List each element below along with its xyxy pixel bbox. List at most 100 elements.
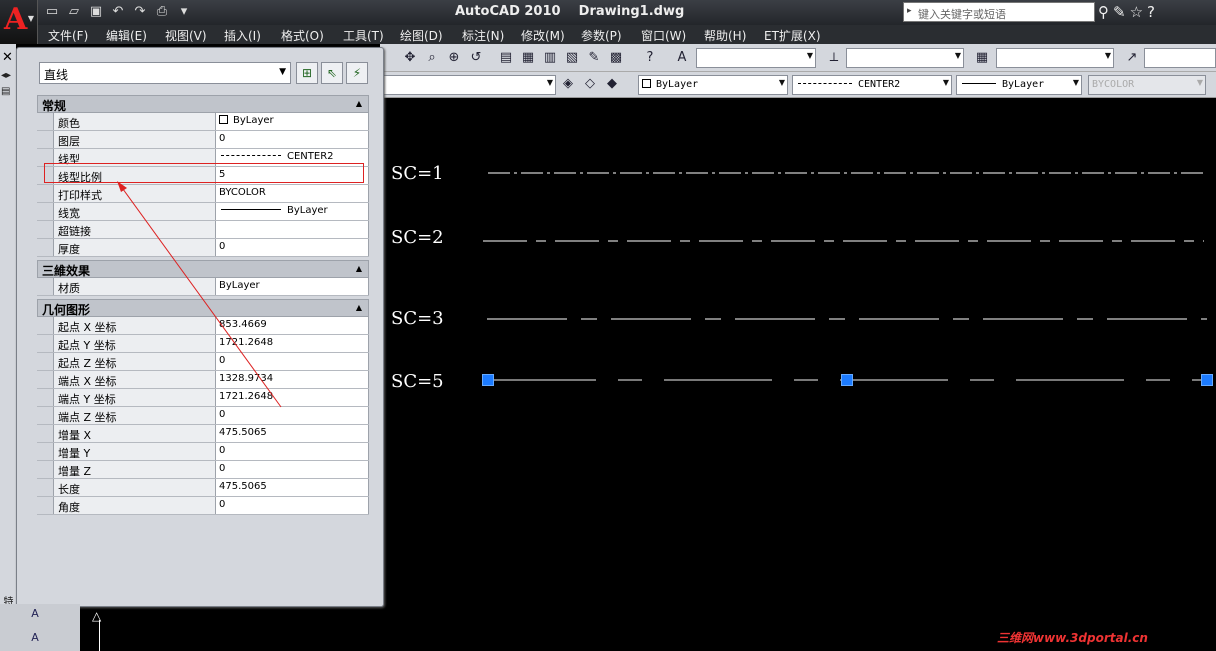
text-style-icon[interactable]: A bbox=[26, 607, 44, 623]
undo-icon[interactable]: ↶ bbox=[108, 3, 128, 21]
properties-icon[interactable]: ▤ bbox=[496, 48, 516, 67]
layer-states-icon[interactable]: ◆ bbox=[602, 74, 622, 93]
property-value[interactable]: 853.4669 bbox=[216, 317, 369, 334]
property-value[interactable]: 1721.2648 bbox=[216, 335, 369, 352]
dim-style-icon[interactable]: ⟂ bbox=[824, 48, 844, 67]
end-grip[interactable] bbox=[1201, 374, 1213, 386]
property-row[interactable]: 厚度 0 bbox=[37, 239, 369, 257]
help-button-icon[interactable]: ? bbox=[640, 48, 660, 67]
property-row[interactable]: 端点 Y 坐标 1721.2648 bbox=[37, 389, 369, 407]
quick-select-icon[interactable]: ⚡ bbox=[346, 62, 368, 84]
color-combo[interactable]: ByLayer ▼ bbox=[638, 75, 788, 95]
markup-icon[interactable]: ✎ bbox=[584, 48, 604, 67]
property-value[interactable]: 475.5065 bbox=[216, 479, 369, 496]
menu-parametric[interactable]: 参数(P) bbox=[581, 27, 622, 44]
property-row[interactable]: 线宽 ByLayer bbox=[37, 203, 369, 221]
property-value[interactable]: ByLayer bbox=[216, 113, 369, 130]
property-row[interactable]: 图层 0 bbox=[37, 131, 369, 149]
lineweight-combo[interactable]: ByLayer ▼ bbox=[956, 75, 1082, 95]
zoom-realtime-icon[interactable]: ⌕ bbox=[422, 48, 442, 67]
print-icon[interactable]: ⎙ bbox=[152, 3, 172, 21]
property-row[interactable]: 端点 X 坐标 1328.9734 bbox=[37, 371, 369, 389]
menu-window[interactable]: 窗口(W) bbox=[641, 27, 686, 44]
property-row[interactable]: 端点 Z 坐标 0 bbox=[37, 407, 369, 425]
collapse-icon[interactable]: ▲ bbox=[356, 303, 362, 312]
multileader-style-combo[interactable] bbox=[1144, 48, 1216, 68]
section-header[interactable]: 三維效果 ▲ bbox=[37, 260, 369, 278]
menu-format[interactable]: 格式(O) bbox=[281, 27, 324, 44]
property-row[interactable]: 打印样式 BYCOLOR bbox=[37, 185, 369, 203]
start-grip[interactable] bbox=[482, 374, 494, 386]
object-type-select[interactable]: 直线 ▼ bbox=[39, 62, 291, 84]
menu-dimension[interactable]: 标注(N) bbox=[462, 27, 504, 44]
favorites-star-icon[interactable]: ☆ bbox=[1130, 2, 1143, 22]
search-input[interactable]: ▸ 键入关键字或短语 bbox=[903, 2, 1095, 22]
multiline-text-icon[interactable]: A bbox=[26, 631, 44, 647]
new-file-icon[interactable]: ▭ bbox=[42, 3, 62, 21]
palette-autohide-icon[interactable]: ◂▸ bbox=[1, 70, 11, 81]
menu-draw[interactable]: 绘图(D) bbox=[400, 27, 443, 44]
collapse-icon[interactable]: ▲ bbox=[356, 99, 362, 108]
pan-icon[interactable]: ✥ bbox=[400, 48, 420, 67]
collapse-icon[interactable]: ▲ bbox=[356, 264, 362, 273]
select-objects-icon[interactable]: ⇖ bbox=[321, 62, 343, 84]
redo-icon[interactable]: ↷ bbox=[130, 3, 150, 21]
property-value[interactable]: ByLayer bbox=[216, 278, 369, 295]
property-value[interactable]: 0 bbox=[216, 353, 369, 370]
search-expand-icon[interactable]: ▸ bbox=[907, 6, 912, 16]
text-style-combo[interactable]: ▼ bbox=[696, 48, 816, 68]
sheet-set-icon[interactable]: ▧ bbox=[562, 48, 582, 67]
property-value[interactable]: 475.5065 bbox=[216, 425, 369, 442]
property-value[interactable]: 5 bbox=[216, 167, 369, 184]
property-row[interactable]: 起点 X 坐标 853.4669 bbox=[37, 317, 369, 335]
save-icon[interactable]: ▣ bbox=[86, 3, 106, 21]
property-value[interactable]: BYCOLOR bbox=[216, 185, 369, 202]
property-row[interactable]: 材质 ByLayer bbox=[37, 278, 369, 296]
zoom-window-icon[interactable]: ⊕ bbox=[444, 48, 464, 67]
close-icon[interactable]: ✕ bbox=[2, 50, 13, 65]
menu-modify[interactable]: 修改(M) bbox=[521, 27, 565, 44]
layer-combo[interactable]: ▼ bbox=[380, 75, 556, 95]
table-style-icon[interactable]: ▦ bbox=[972, 48, 992, 67]
section-header[interactable]: 几何图形 ▲ bbox=[37, 299, 369, 317]
menu-tools[interactable]: 工具(T) bbox=[343, 27, 384, 44]
property-value[interactable]: 0 bbox=[216, 239, 369, 256]
property-value[interactable]: 1328.9734 bbox=[216, 371, 369, 388]
property-row[interactable]: 颜色 ByLayer bbox=[37, 113, 369, 131]
design-center-icon[interactable]: ▦ bbox=[518, 48, 538, 67]
property-row[interactable]: 起点 Z 坐标 0 bbox=[37, 353, 369, 371]
property-value[interactable]: ByLayer bbox=[216, 203, 369, 220]
property-value[interactable]: 0 bbox=[216, 461, 369, 478]
menu-insert[interactable]: 插入(I) bbox=[224, 27, 261, 44]
multileader-style-icon[interactable]: ↗ bbox=[1122, 48, 1142, 67]
open-file-icon[interactable]: ▱ bbox=[64, 3, 84, 21]
property-value[interactable]: 0 bbox=[216, 443, 369, 460]
menu-edit[interactable]: 编辑(E) bbox=[106, 27, 147, 44]
menu-et-express[interactable]: ET扩展(X) bbox=[764, 27, 821, 44]
property-value[interactable]: 0 bbox=[216, 131, 369, 148]
property-row[interactable]: 增量 X 475.5065 bbox=[37, 425, 369, 443]
layer-previous-icon[interactable]: ◇ bbox=[580, 74, 600, 93]
dim-style-combo[interactable]: ▼ bbox=[846, 48, 964, 68]
help-icon[interactable]: ? bbox=[1147, 2, 1155, 22]
property-row[interactable]: 线型 CENTER2 bbox=[37, 149, 369, 167]
property-row[interactable]: 线型比例 5 bbox=[37, 167, 369, 185]
table-style-combo[interactable]: ▼ bbox=[996, 48, 1114, 68]
linetype-combo[interactable]: CENTER2 ▼ bbox=[792, 75, 952, 95]
property-row[interactable]: 增量 Y0 bbox=[37, 443, 369, 461]
zoom-previous-icon[interactable]: ↺ bbox=[466, 48, 486, 67]
property-row[interactable]: 起点 Y 坐标 1721.2648 bbox=[37, 335, 369, 353]
property-value[interactable]: CENTER2 bbox=[216, 149, 369, 166]
tool-palettes-icon[interactable]: ▥ bbox=[540, 48, 560, 67]
text-style-icon[interactable]: A bbox=[672, 48, 692, 67]
palette-properties-icon[interactable]: ▤ bbox=[1, 86, 10, 97]
binoculars-icon[interactable]: ⚲ bbox=[1098, 2, 1109, 22]
property-value[interactable] bbox=[216, 221, 369, 238]
mid-grip[interactable] bbox=[841, 374, 853, 386]
make-layer-current-icon[interactable]: ◈ bbox=[558, 74, 578, 93]
communication-center-icon[interactable]: ✎ bbox=[1113, 2, 1126, 22]
property-row[interactable]: 增量 Z0 bbox=[37, 461, 369, 479]
toggle-pickadd-icon[interactable]: ⊞ bbox=[296, 62, 318, 84]
application-menu-button[interactable]: A ▼ bbox=[0, 0, 38, 44]
menu-help[interactable]: 帮助(H) bbox=[704, 27, 746, 44]
